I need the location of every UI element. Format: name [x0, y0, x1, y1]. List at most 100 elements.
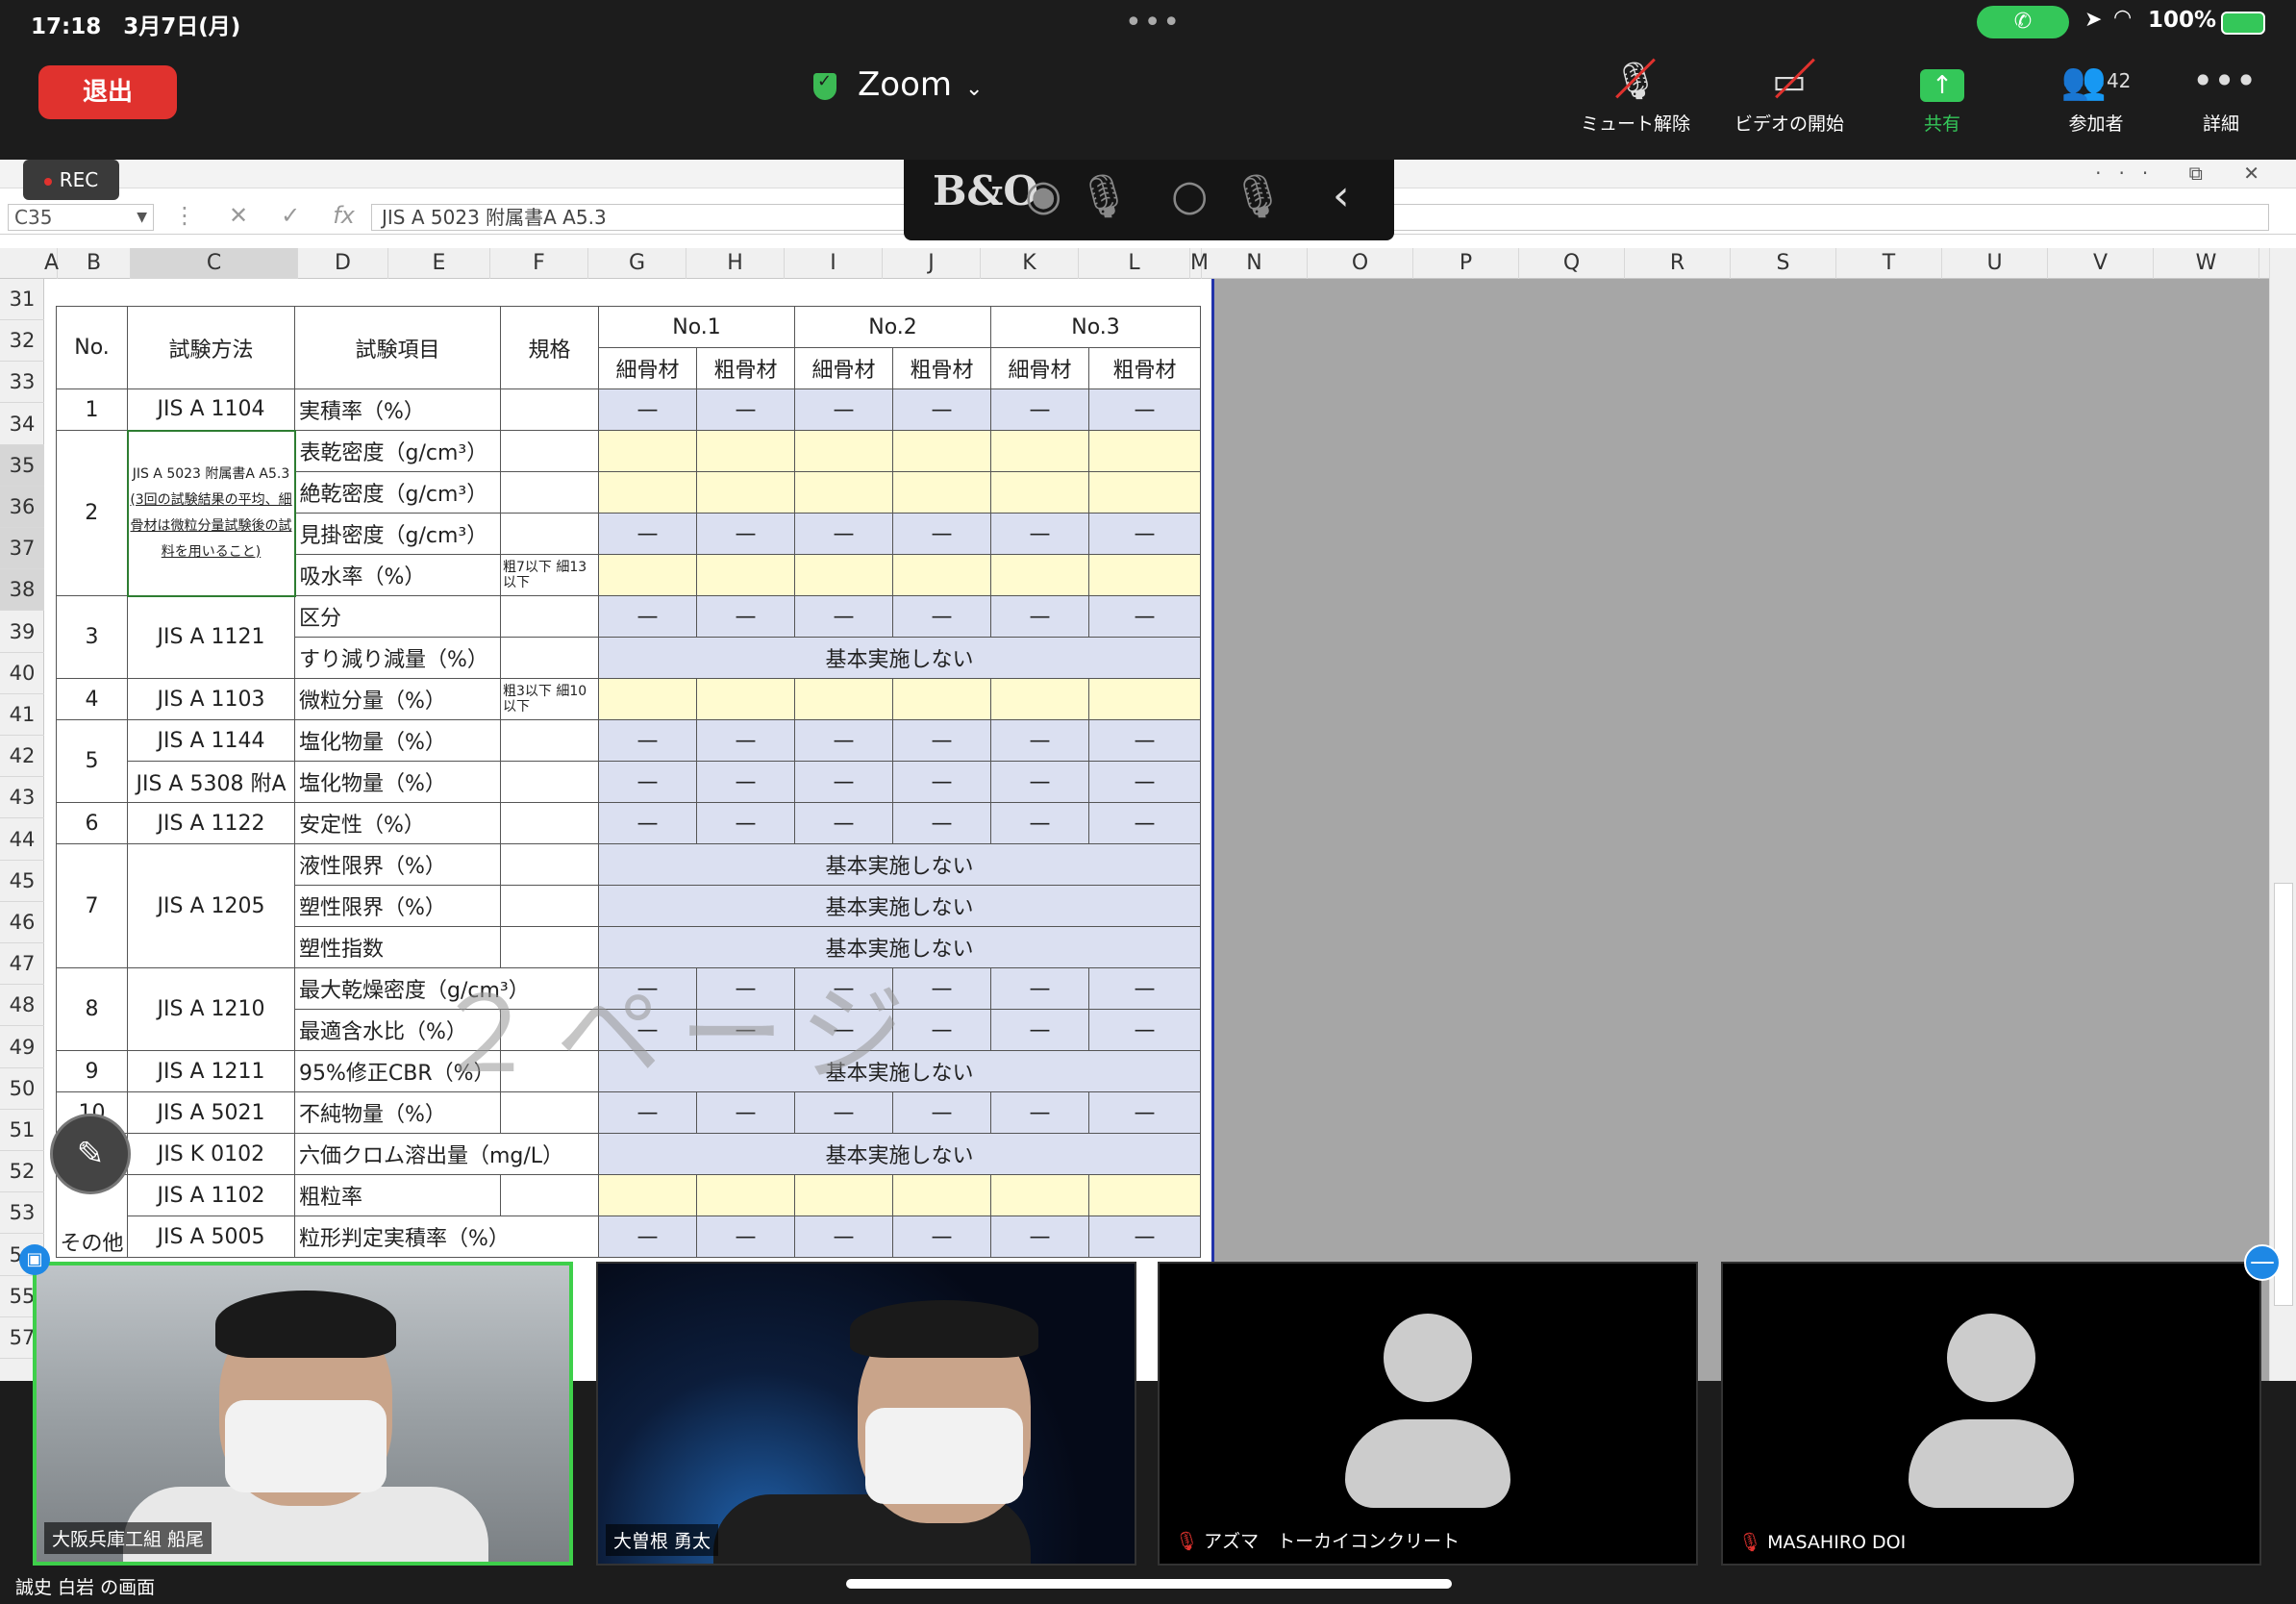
meeting-title[interactable]: Zoom⌄	[813, 65, 983, 113]
row-header-49[interactable]: 49	[0, 1027, 44, 1068]
audio-control-panel: B&O ◉ 🎙 ○ 🎙 ‹	[904, 160, 1394, 240]
avatar-icon	[1947, 1314, 2035, 1402]
edit-pencil-button[interactable]: ✎	[50, 1114, 131, 1194]
column-header-W[interactable]: W	[2154, 248, 2259, 279]
video-tile[interactable]: 🎙 MASAHIRO DOI	[1721, 1262, 2261, 1566]
sheet-grid[interactable]: No. 試験方法 試験項目 規格 No.1 No.2 No.3 細骨材 粗骨材 細…	[44, 279, 2269, 1381]
column-header-P[interactable]: P	[1413, 248, 1519, 279]
column-header-C[interactable]: C	[131, 248, 298, 279]
participant-name: 大阪兵庫工組 船尾	[44, 1522, 212, 1554]
row-header-51[interactable]: 51	[0, 1110, 44, 1151]
status-time: 17:18 3月7日(月)	[31, 14, 241, 39]
name-box[interactable]: C35 ▼	[8, 204, 154, 231]
multitask-dots[interactable]: •••	[1125, 6, 1182, 39]
table-row: 2 JIS A 5023 附属書A A5.3 (3回の試験結果の平均、細骨材は微粒…	[56, 429, 1201, 597]
row-header-48[interactable]: 48	[0, 985, 44, 1027]
fx-icon[interactable]: fx	[333, 202, 355, 229]
minimize-button[interactable]: —	[2244, 1244, 2281, 1281]
column-header-S[interactable]: S	[1731, 248, 1836, 279]
row-header-41[interactable]: 41	[0, 694, 44, 736]
scroll-thumb[interactable]	[2274, 883, 2293, 1306]
column-header-K[interactable]: K	[981, 248, 1079, 279]
row-header-46[interactable]: 46	[0, 902, 44, 943]
record-icon[interactable]: ◉	[1025, 171, 1061, 220]
table-row: 4 JIS A 1103 微粒分量（%） 粗3以下 細10以下	[56, 678, 1201, 720]
column-header-T[interactable]: T	[1836, 248, 1942, 279]
row-header-32[interactable]: 32	[0, 320, 44, 363]
row-header-34[interactable]: 34	[0, 404, 44, 445]
header-fine: 細骨材	[794, 347, 893, 389]
column-header-U[interactable]: U	[1942, 248, 2048, 279]
share-button[interactable]: ↑ 共有	[1904, 56, 1981, 148]
participant-name: 🎙 アズマ トーカイコンクリート	[1167, 1524, 1468, 1556]
circle-icon[interactable]: ○	[1171, 171, 1208, 220]
bo-logo-icon: B&O	[933, 167, 1039, 214]
more-button[interactable]: ••• 詳細	[2192, 56, 2257, 148]
video-off-icon: ▭	[1772, 56, 1807, 106]
row-header-42[interactable]: 42	[0, 736, 44, 778]
column-header-L[interactable]: L	[1079, 248, 1190, 279]
row-header-45[interactable]: 45	[0, 861, 44, 902]
column-header-J[interactable]: J	[883, 248, 981, 279]
row-header-36[interactable]: 36	[0, 487, 44, 528]
column-header-N[interactable]: N	[1202, 248, 1308, 279]
column-header-G[interactable]: G	[588, 248, 686, 279]
mic-off-icon: 🎙	[1612, 56, 1659, 106]
column-header-V[interactable]: V	[2048, 248, 2154, 279]
row-header-31[interactable]: 31	[0, 279, 44, 320]
participants-icon: 👥	[2060, 60, 2107, 102]
window-controls[interactable]: ··· ⧉ ✕	[2095, 162, 2277, 185]
row-header-38[interactable]: 38	[0, 569, 44, 612]
row-header-35[interactable]: 35	[0, 444, 44, 487]
column-header-I[interactable]: I	[785, 248, 883, 279]
column-header-D[interactable]: D	[298, 248, 388, 279]
row-header-37[interactable]: 37	[0, 528, 44, 570]
table-row: JIS A 5005 粒形判定実積率（%） — — — — — —	[57, 1216, 1201, 1258]
column-header-O[interactable]: O	[1308, 248, 1413, 279]
vertical-scrollbar[interactable]	[2269, 248, 2296, 1381]
call-icon[interactable]: ✆	[1977, 6, 2069, 38]
unmute-button[interactable]: 🎙 ミュート解除	[1573, 56, 1698, 148]
column-header-Q[interactable]: Q	[1519, 248, 1625, 279]
row-header-43[interactable]: 43	[0, 777, 44, 819]
row-header-53[interactable]: 53	[0, 1192, 44, 1235]
home-indicator[interactable]	[846, 1579, 1452, 1589]
column-header-B[interactable]: B	[58, 248, 131, 279]
header-fine: 細骨材	[990, 347, 1089, 389]
column-header-F[interactable]: F	[490, 248, 588, 279]
check-icon[interactable]: ✓	[281, 202, 300, 229]
collapse-icon[interactable]: ‹	[1333, 171, 1350, 220]
shared-screen: ··· ⧉ ✕ REC B&O ◉ 🎙 ○ 🎙 ‹ C35 ▼ ⋮ ✕ ✓ fx JIS…	[0, 160, 2296, 1381]
more-icon: ⋮	[173, 202, 196, 229]
battery-icon	[2221, 12, 2265, 35]
cancel-icon[interactable]: ✕	[229, 202, 248, 229]
column-header-A[interactable]: A	[44, 248, 59, 279]
video-tile[interactable]: 🎙 アズマ トーカイコンクリート	[1158, 1262, 1698, 1566]
recording-badge: REC	[23, 160, 119, 200]
battery-text: 100%	[2148, 8, 2217, 33]
header-fine: 細骨材	[598, 347, 697, 389]
column-header-M[interactable]: M	[1190, 248, 1209, 279]
pin-icon[interactable]: ▣	[19, 1244, 50, 1275]
mic-icon[interactable]: 🎙	[1077, 171, 1131, 221]
row-header-40[interactable]: 40	[0, 653, 44, 694]
mic-wave-icon[interactable]: 🎙	[1231, 171, 1285, 221]
chevron-down-icon: ▼	[137, 210, 147, 225]
selected-cell[interactable]: JIS A 5023 附属書A A5.3 (3回の試験結果の平均、細骨材は微粒分量…	[126, 429, 296, 597]
row-header-47[interactable]: 47	[0, 943, 44, 986]
video-tile[interactable]: 大阪兵庫工組 船尾	[33, 1262, 573, 1566]
row-header-39[interactable]: 39	[0, 612, 44, 653]
row-header-44[interactable]: 44	[0, 819, 44, 861]
column-header-R[interactable]: R	[1625, 248, 1731, 279]
video-tile[interactable]: 大曽根 勇太	[596, 1262, 1136, 1566]
row-header-33[interactable]: 33	[0, 362, 44, 404]
row-header-52[interactable]: 52	[0, 1151, 44, 1193]
column-header-E[interactable]: E	[388, 248, 490, 279]
table-row: 3 JIS A 1121 区分 — — — — — —	[56, 595, 1201, 679]
row-header-50[interactable]: 50	[0, 1068, 44, 1110]
table-row: 7 JIS A 1205 液性限界（%） 基本実施しない	[56, 843, 1201, 968]
leave-button[interactable]: 退出	[38, 65, 177, 119]
column-header-H[interactable]: H	[686, 248, 785, 279]
participants-button[interactable]: 👥42 参加者	[2048, 56, 2144, 148]
start-video-button[interactable]: ▭ ビデオの開始	[1727, 56, 1852, 148]
